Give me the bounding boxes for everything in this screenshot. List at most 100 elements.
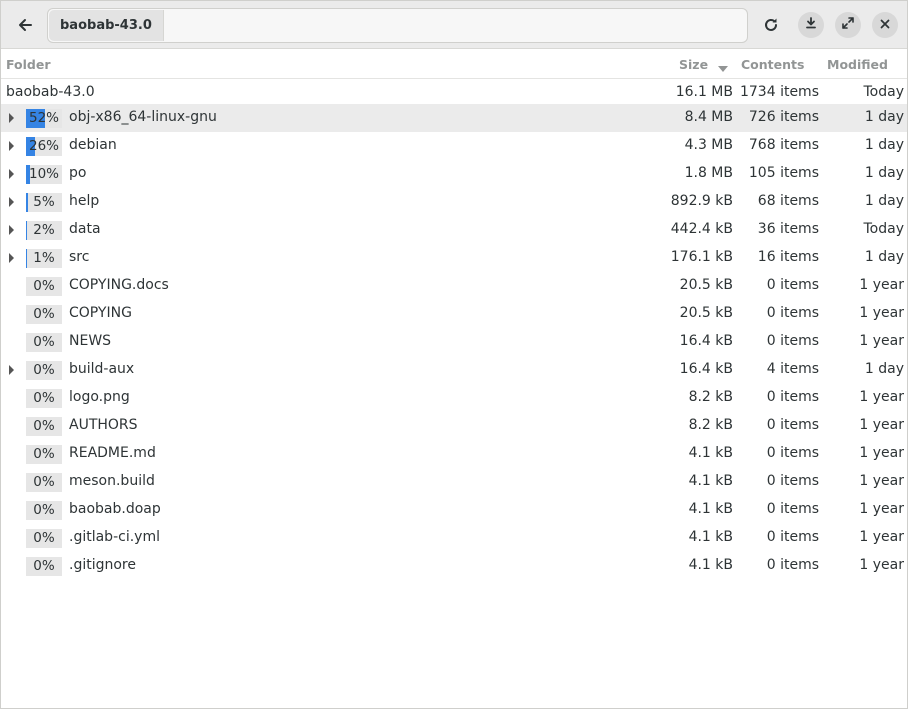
item-contents: 0 items (766, 445, 819, 461)
usage-bar: 0% (26, 473, 62, 492)
item-modified: 1 year (859, 557, 904, 573)
table-row[interactable]: 0% .gitignore 4.1 kB 0 items 1 year (1, 552, 907, 580)
item-size: 4.1 kB (688, 445, 733, 461)
item-size: 4.1 kB (688, 529, 733, 545)
table-row[interactable]: 0% baobab.doap 4.1 kB 0 items 1 year (1, 496, 907, 524)
column-modified[interactable]: Modified (827, 57, 888, 72)
expander-arrow-icon[interactable] (9, 141, 14, 151)
item-size: 16.4 kB (679, 333, 733, 349)
item-name: meson.build (69, 473, 155, 489)
usage-percent: 26% (28, 138, 59, 154)
reload-icon (763, 17, 779, 33)
table-row[interactable]: 0% NEWS 16.4 kB 0 items 1 year (1, 328, 907, 356)
item-modified: 1 year (859, 305, 904, 321)
item-size: 8.2 kB (688, 389, 733, 405)
item-name: README.md (69, 445, 156, 461)
item-contents: 16 items (757, 249, 819, 265)
item-contents: 768 items (748, 137, 819, 153)
usage-bar: 10% (26, 165, 62, 184)
item-contents: 0 items (766, 557, 819, 573)
expander-arrow-icon[interactable] (9, 225, 14, 235)
table-row[interactable]: 0% meson.build 4.1 kB 0 items 1 year (1, 468, 907, 496)
usage-bar: 0% (26, 333, 62, 352)
download-button[interactable] (798, 12, 824, 38)
item-size: 20.5 kB (679, 305, 733, 321)
expander-arrow-icon[interactable] (9, 197, 14, 207)
reload-button[interactable] (756, 10, 786, 40)
table-row[interactable]: 26% debian 4.3 MB 768 items 1 day (1, 132, 907, 160)
item-size: 4.3 MB (684, 137, 733, 153)
usage-bar: 1% (26, 249, 62, 268)
path-segment-root[interactable]: baobab-43.0 (49, 10, 164, 41)
item-name: debian (69, 137, 117, 153)
table-row[interactable]: 0% COPYING 20.5 kB 0 items 1 year (1, 300, 907, 328)
table-row[interactable]: 52% obj-x86_64-linux-gnu 8.4 MB 726 items 1 … (1, 104, 907, 132)
usage-bar: 0% (26, 501, 62, 520)
baobab-window: baobab-43.0 Folder Size Contents Modifie… (0, 0, 908, 709)
column-contents[interactable]: Contents (741, 57, 804, 72)
table-row[interactable]: 0% .gitlab-ci.yml 4.1 kB 0 items 1 year (1, 524, 907, 552)
item-size: 4.1 kB (688, 501, 733, 517)
back-button[interactable] (10, 10, 40, 40)
item-name: .gitlab-ci.yml (69, 529, 160, 545)
item-name: NEWS (69, 333, 112, 349)
path-bar: baobab-43.0 (47, 8, 748, 43)
close-button[interactable] (872, 12, 898, 38)
table-row[interactable]: 2% data 442.4 kB 36 items Today (1, 216, 907, 244)
usage-bar: 0% (26, 389, 62, 408)
item-name: data (69, 221, 101, 237)
item-contents: 0 items (766, 501, 819, 517)
table-row[interactable]: 0% build-aux 16.4 kB 4 items 1 day (1, 356, 907, 384)
expander-arrow-icon[interactable] (9, 253, 14, 263)
close-icon (880, 17, 890, 33)
usage-bar: 26% (26, 137, 62, 156)
item-contents: 0 items (766, 305, 819, 321)
table-row[interactable]: 1% src 176.1 kB 16 items 1 day (1, 244, 907, 272)
root-size: 16.1 MB (675, 84, 733, 100)
table-row[interactable]: 0% README.md 4.1 kB 0 items 1 year (1, 440, 907, 468)
usage-percent: 1% (33, 250, 55, 266)
expander-arrow-icon[interactable] (9, 365, 14, 375)
usage-percent: 0% (33, 530, 55, 546)
maximize-button[interactable] (835, 12, 861, 38)
usage-bar: 52% (26, 109, 62, 128)
usage-bar: 0% (26, 361, 62, 380)
item-modified: 1 year (859, 417, 904, 433)
table-row[interactable]: 5% help 892.9 kB 68 items 1 day (1, 188, 907, 216)
root-contents: 1734 items (739, 84, 819, 100)
usage-percent: 0% (33, 362, 55, 378)
table-row[interactable]: 10% po 1.8 MB 105 items 1 day (1, 160, 907, 188)
item-name: COPYING.docs (69, 277, 169, 293)
column-folder[interactable]: Folder (6, 57, 51, 72)
root-name: baobab-43.0 (6, 84, 95, 100)
column-size[interactable]: Size (679, 57, 708, 72)
expander-arrow-icon[interactable] (9, 169, 14, 179)
item-name: build-aux (69, 361, 135, 377)
item-name: po (69, 165, 87, 181)
item-size: 4.1 kB (688, 557, 733, 573)
item-modified: Today (863, 221, 905, 237)
item-modified: 1 day (864, 165, 904, 181)
item-name: help (69, 193, 100, 209)
item-modified: 1 day (864, 109, 904, 125)
usage-percent: 0% (33, 474, 55, 490)
header-bar: baobab-43.0 (1, 1, 907, 49)
table-row[interactable]: 0% COPYING.docs 20.5 kB 0 items 1 year (1, 272, 907, 300)
item-contents: 0 items (766, 277, 819, 293)
table-row[interactable]: 0% AUTHORS 8.2 kB 0 items 1 year (1, 412, 907, 440)
table-row[interactable]: 0% logo.png 8.2 kB 0 items 1 year (1, 384, 907, 412)
usage-percent: 0% (33, 278, 55, 294)
item-name: src (69, 249, 90, 265)
usage-percent: 5% (33, 194, 55, 210)
item-size: 4.1 kB (688, 473, 733, 489)
item-modified: 1 year (859, 277, 904, 293)
usage-bar: 0% (26, 417, 62, 436)
usage-bar: 5% (26, 193, 62, 212)
usage-percent: 0% (33, 502, 55, 518)
root-row[interactable]: baobab-43.0 16.1 MB 1734 items Today (1, 79, 907, 107)
item-modified: 1 year (859, 445, 904, 461)
sort-down-icon (718, 60, 728, 75)
usage-bar: 0% (26, 557, 62, 576)
expander-arrow-icon[interactable] (9, 113, 14, 123)
item-contents: 4 items (766, 361, 819, 377)
